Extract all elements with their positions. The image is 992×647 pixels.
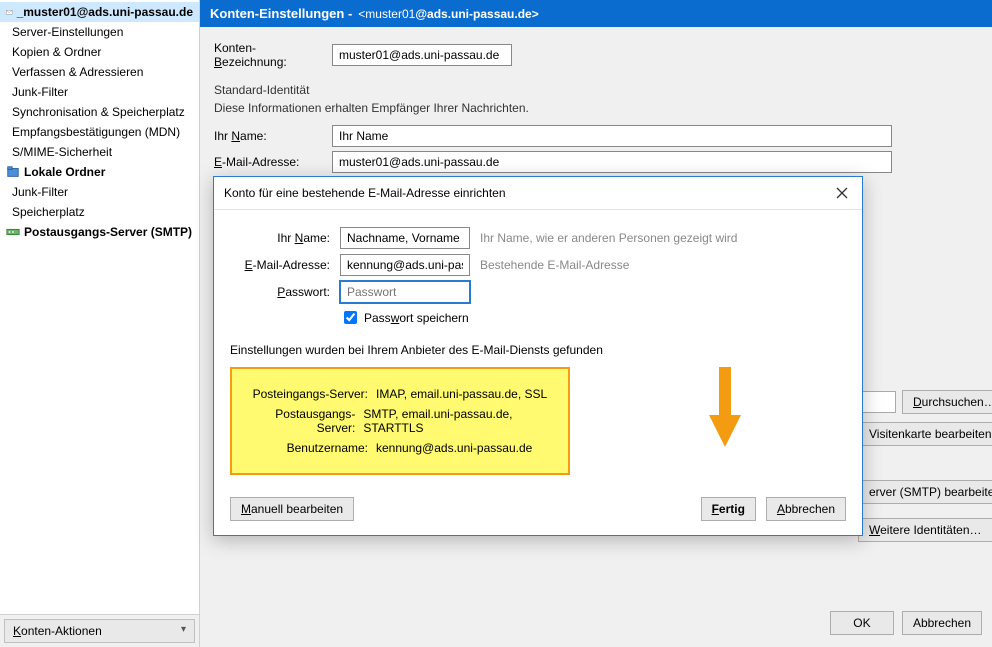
dialog-close-button[interactable] xyxy=(832,183,852,203)
cancel-button[interactable]: Abbrechen xyxy=(902,611,982,635)
setup-account-dialog: Konto für eine bestehende E-Mail-Adresse… xyxy=(213,176,863,536)
dlg-remember-label: Passwort speichern xyxy=(364,311,469,325)
dlg-name-input[interactable] xyxy=(340,227,470,249)
page-title: Konten-Einstellungen - xyxy=(210,6,352,21)
sidebar-list: _muster01@ads.uni-passau.de Server-Einst… xyxy=(0,0,199,614)
sidebar-item-server[interactable]: Server-Einstellungen xyxy=(0,22,199,42)
header-email: <muster01@ads.uni-passau.de> xyxy=(358,7,538,21)
sidebar-item-junk1[interactable]: Junk-Filter xyxy=(0,82,199,102)
dlg-outgoing-value: SMTP, email.uni-passau.de, STARTTLS xyxy=(363,407,554,435)
signature-file-input[interactable] xyxy=(858,391,896,413)
annotation-arrow-icon xyxy=(709,367,741,447)
header-bar: Konten-Einstellungen - <muster01@ads.uni… xyxy=(200,0,992,27)
account-name-input[interactable] xyxy=(332,44,512,66)
dlg-found-box: Posteingangs-Server: IMAP, email.uni-pas… xyxy=(230,367,570,475)
edit-vcard-button[interactable]: Visitenkarte bearbeiten… xyxy=(858,422,992,446)
dlg-cancel-button[interactable]: Abbrechen xyxy=(766,497,846,521)
dlg-email-hint: Bestehende E-Mail-Adresse xyxy=(480,258,629,272)
sidebar-item-local-folders[interactable]: Lokale Ordner xyxy=(0,162,199,182)
dlg-user-value: kennung@ads.uni-passau.de xyxy=(376,441,532,455)
sidebar-item-junk2[interactable]: Junk-Filter xyxy=(0,182,199,202)
dlg-incoming-label: Posteingangs-Server: xyxy=(246,387,376,401)
sidebar-item-compose[interactable]: Verfassen & Adressieren xyxy=(0,62,199,82)
sidebar-item-sync[interactable]: Synchronisation & Speicherplatz xyxy=(0,102,199,122)
account-name-label: Konten-Bezeichnung: xyxy=(214,41,324,69)
dlg-found-text: Einstellungen wurden bei Ihrem Anbieter … xyxy=(230,343,846,357)
dlg-name-label: Ihr Name: xyxy=(230,231,330,245)
dlg-user-label: Benutzername: xyxy=(246,441,376,455)
mail-account-icon xyxy=(6,5,13,19)
more-identities-button[interactable]: Weitere Identitäten… xyxy=(858,518,992,542)
bg-buttons: Durchsuchen… Visitenkarte bearbeiten… er… xyxy=(858,390,992,542)
identity-name-label: Ihr Name: xyxy=(214,129,324,143)
local-folders-icon xyxy=(6,165,20,179)
dlg-manual-edit-button[interactable]: Manuell bearbeiten xyxy=(230,497,354,521)
identity-fieldset-title: Standard-Identität xyxy=(214,83,978,97)
dlg-done-button[interactable]: Fertig xyxy=(701,497,756,521)
sidebar-item-disk[interactable]: Speicherplatz xyxy=(0,202,199,222)
sidebar-item-mdn[interactable]: Empfangsbestätigungen (MDN) xyxy=(0,122,199,142)
sidebar-item-smime[interactable]: S/MIME-Sicherheit xyxy=(0,142,199,162)
identity-fieldset-desc: Diese Informationen erhalten Empfänger I… xyxy=(214,101,978,115)
identity-email-input[interactable] xyxy=(332,151,892,173)
close-icon xyxy=(836,187,848,199)
identity-email-label: E-Mail-Adresse: xyxy=(214,155,324,169)
edit-smtp-button[interactable]: erver (SMTP) bearbeiten… xyxy=(858,480,992,504)
identity-name-input[interactable] xyxy=(332,125,892,147)
dlg-password-label: Passwort: xyxy=(230,285,330,299)
dlg-email-label: E-Mail-Adresse: xyxy=(230,258,330,272)
smtp-icon xyxy=(6,225,20,239)
ok-button[interactable]: OK xyxy=(830,611,894,635)
dlg-outgoing-label: Postausgangs-Server: xyxy=(246,407,363,435)
browse-button[interactable]: Durchsuchen… xyxy=(902,390,992,414)
dlg-password-input[interactable] xyxy=(340,281,470,303)
dlg-email-input[interactable] xyxy=(340,254,470,276)
sidebar-item-label: _muster01@ads.uni-passau.de xyxy=(17,5,193,19)
dialog-title-text: Konto für eine bestehende E-Mail-Adresse… xyxy=(224,186,506,200)
sidebar-item-smtp[interactable]: Postausgangs-Server (SMTP) xyxy=(0,222,199,242)
dlg-incoming-value: IMAP, email.uni-passau.de, SSL xyxy=(376,387,547,401)
account-actions-button[interactable]: Konten-Aktionen xyxy=(4,619,195,643)
sidebar-item-copies[interactable]: Kopien & Ordner xyxy=(0,42,199,62)
dlg-name-hint: Ihr Name, wie er anderen Personen gezeig… xyxy=(480,231,737,245)
dlg-remember-checkbox[interactable] xyxy=(344,311,357,324)
sidebar-item-account[interactable]: _muster01@ads.uni-passau.de xyxy=(0,2,199,22)
sidebar: _muster01@ads.uni-passau.de Server-Einst… xyxy=(0,0,200,647)
